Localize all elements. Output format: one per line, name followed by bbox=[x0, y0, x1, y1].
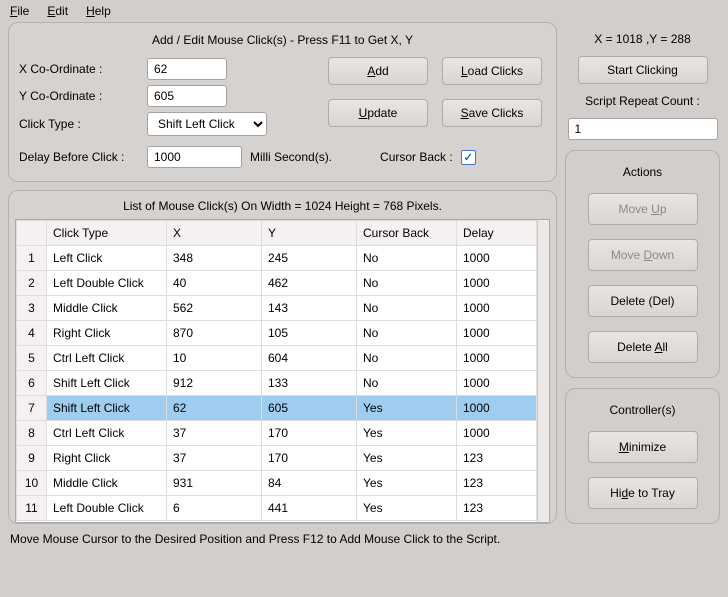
click-type-label: Click Type : bbox=[19, 117, 139, 131]
table-row[interactable]: 4Right Click870105No1000 bbox=[17, 321, 537, 346]
controllers-head: Controller(s) bbox=[609, 403, 675, 417]
actions-group: Actions Move Up Move Down Delete (Del) D… bbox=[565, 150, 720, 378]
col-delay[interactable]: Delay bbox=[457, 221, 537, 246]
col-rownum[interactable] bbox=[17, 221, 47, 246]
load-clicks-button[interactable]: Load Clicks bbox=[442, 57, 542, 85]
cursor-back-label: Cursor Back : bbox=[380, 150, 453, 164]
cursor-coords: X = 1018 ,Y = 288 bbox=[594, 32, 691, 46]
add-edit-panel: Add / Edit Mouse Click(s) - Press F11 to… bbox=[8, 22, 557, 182]
col-cursor-back[interactable]: Cursor Back bbox=[357, 221, 457, 246]
hide-tray-button[interactable]: Hide to Tray bbox=[588, 477, 698, 509]
clicks-table[interactable]: Click Type X Y Cursor Back Delay 1Left C… bbox=[16, 220, 537, 521]
menu-edit[interactable]: Edit bbox=[47, 4, 68, 18]
table-row[interactable]: 10Middle Click93184Yes123 bbox=[17, 471, 537, 496]
y-label: Y Co-Ordinate : bbox=[19, 89, 139, 103]
ms-label: Milli Second(s). bbox=[250, 150, 332, 164]
table-row[interactable]: 6Shift Left Click912133No1000 bbox=[17, 371, 537, 396]
start-clicking-button[interactable]: Start Clicking bbox=[578, 56, 708, 84]
move-up-button[interactable]: Move Up bbox=[588, 193, 698, 225]
table-title: List of Mouse Click(s) On Width = 1024 H… bbox=[15, 199, 550, 213]
save-clicks-button[interactable]: Save Clicks bbox=[442, 99, 542, 127]
delete-button[interactable]: Delete (Del) bbox=[588, 285, 698, 317]
click-type-select[interactable]: Shift Left Click bbox=[147, 112, 267, 136]
controllers-group: Controller(s) Minimize Hide to Tray bbox=[565, 388, 720, 524]
actions-head: Actions bbox=[623, 165, 662, 179]
table-row[interactable]: 2Left Double Click40462No1000 bbox=[17, 271, 537, 296]
table-wrap: Click Type X Y Cursor Back Delay 1Left C… bbox=[15, 219, 550, 523]
repeat-input[interactable] bbox=[568, 118, 718, 140]
delay-input[interactable] bbox=[147, 146, 242, 168]
minimize-button[interactable]: Minimize bbox=[588, 431, 698, 463]
scrollbar[interactable] bbox=[537, 220, 549, 522]
table-row[interactable]: 3Middle Click562143No1000 bbox=[17, 296, 537, 321]
delay-label: Delay Before Click : bbox=[19, 150, 139, 164]
col-y[interactable]: Y bbox=[262, 221, 357, 246]
repeat-label: Script Repeat Count : bbox=[585, 94, 700, 108]
x-input[interactable] bbox=[147, 58, 227, 80]
table-row[interactable]: 5Ctrl Left Click10604No1000 bbox=[17, 346, 537, 371]
table-panel: List of Mouse Click(s) On Width = 1024 H… bbox=[8, 190, 557, 524]
col-x[interactable]: X bbox=[167, 221, 262, 246]
move-down-button[interactable]: Move Down bbox=[588, 239, 698, 271]
cursor-back-checkbox[interactable]: ✓ bbox=[461, 150, 476, 165]
add-button[interactable]: Add bbox=[328, 57, 428, 85]
menu-bar: File Edit Help bbox=[0, 0, 728, 22]
status-bar: Move Mouse Cursor to the Desired Positio… bbox=[0, 524, 728, 554]
table-row[interactable]: 1Left Click348245No1000 bbox=[17, 246, 537, 271]
panel-title: Add / Edit Mouse Click(s) - Press F11 to… bbox=[19, 33, 546, 47]
menu-file[interactable]: File bbox=[10, 4, 29, 18]
x-label: X Co-Ordinate : bbox=[19, 62, 139, 76]
update-button[interactable]: Update bbox=[328, 99, 428, 127]
y-input[interactable] bbox=[147, 85, 227, 107]
table-row[interactable]: 7Shift Left Click62605Yes1000 bbox=[17, 396, 537, 421]
table-row[interactable]: 11Left Double Click6441Yes123 bbox=[17, 496, 537, 521]
table-row[interactable]: 9Right Click37170Yes123 bbox=[17, 446, 537, 471]
table-row[interactable]: 8Ctrl Left Click37170Yes1000 bbox=[17, 421, 537, 446]
col-click-type[interactable]: Click Type bbox=[47, 221, 167, 246]
menu-help[interactable]: Help bbox=[86, 4, 111, 18]
delete-all-button[interactable]: Delete All bbox=[588, 331, 698, 363]
